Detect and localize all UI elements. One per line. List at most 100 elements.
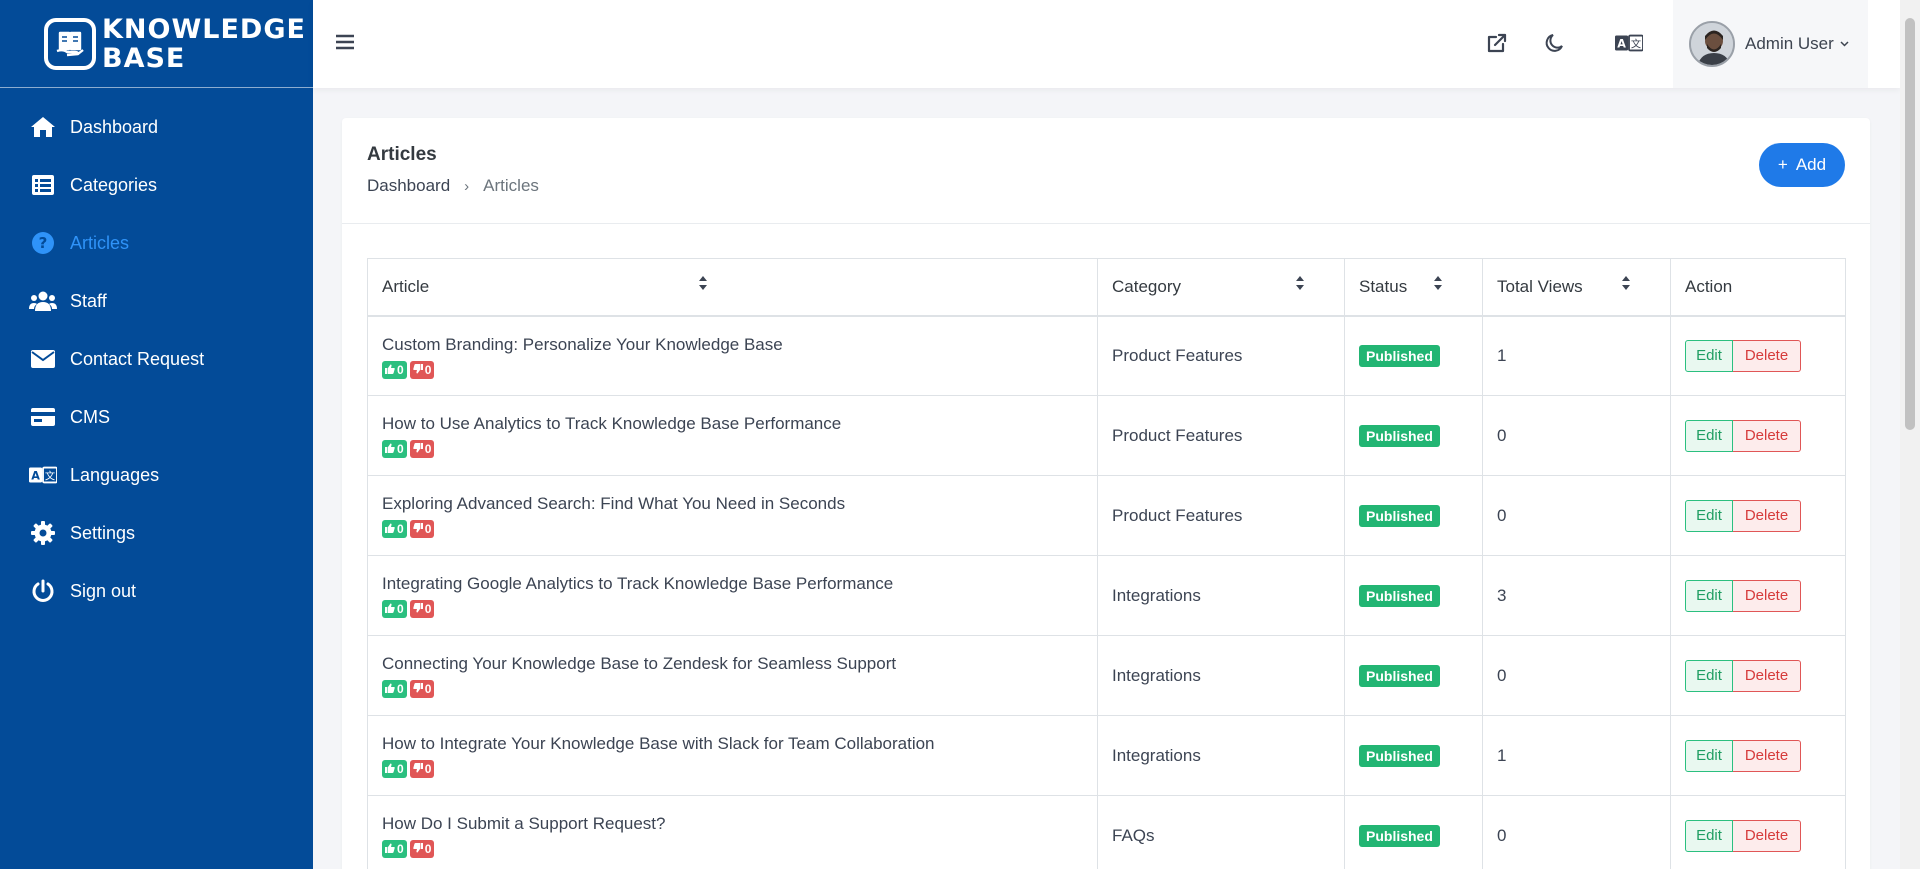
edit-button[interactable]: Edit xyxy=(1685,499,1733,532)
column-header-status[interactable]: Status xyxy=(1344,258,1483,317)
svg-text:?: ? xyxy=(39,234,48,252)
edit-button[interactable]: Edit xyxy=(1685,739,1733,772)
article-title[interactable]: Integrating Google Analytics to Track Kn… xyxy=(382,574,1083,594)
edit-button[interactable]: Edit xyxy=(1685,339,1733,372)
action-buttons: Edit Delete xyxy=(1685,419,1831,452)
svg-text:A: A xyxy=(1617,38,1626,51)
user-menu[interactable]: Admin User xyxy=(1673,0,1868,88)
svg-text:A: A xyxy=(31,470,40,483)
likes-count: 0 xyxy=(397,442,404,456)
card-icon xyxy=(29,403,57,431)
action-cell: Edit Delete xyxy=(1670,555,1846,636)
column-header-action: Action xyxy=(1670,258,1846,317)
sidebar-item-articles[interactable]: ? Articles xyxy=(0,214,313,272)
views-cell: 0 xyxy=(1482,795,1671,869)
chevron-down-icon xyxy=(1840,39,1849,50)
status-cell: Published xyxy=(1344,715,1483,796)
delete-button[interactable]: Delete xyxy=(1733,659,1801,692)
book-hand-icon xyxy=(44,17,96,70)
sidebar-item-settings[interactable]: Settings xyxy=(0,504,313,562)
avatar xyxy=(1689,21,1735,67)
category-cell: FAQs xyxy=(1097,795,1345,869)
table-body: Custom Branding: Personalize Your Knowle… xyxy=(367,315,1846,869)
delete-button[interactable]: Delete xyxy=(1733,339,1801,372)
sidebar-item-dashboard[interactable]: Dashboard xyxy=(0,98,313,156)
external-link-icon[interactable] xyxy=(1483,29,1511,57)
sidebar-item-label: Languages xyxy=(70,464,160,485)
sort-icon[interactable] xyxy=(1295,275,1305,293)
sidebar-item-label: Articles xyxy=(70,232,130,253)
vote-counts: 00 xyxy=(382,760,1083,778)
sidebar-item-categories[interactable]: Categories xyxy=(0,156,313,214)
moon-icon[interactable] xyxy=(1541,29,1569,57)
thumbs-up-icon xyxy=(385,842,397,856)
articles-table-wrapper: Article Category Status Total Views Acti… xyxy=(367,258,1846,869)
likes-badge: 0 xyxy=(382,680,407,698)
breadcrumb-separator: › xyxy=(464,177,470,195)
article-title[interactable]: Custom Branding: Personalize Your Knowle… xyxy=(382,335,1083,355)
action-buttons: Edit Delete xyxy=(1685,739,1831,772)
sidebar-item-contact-request[interactable]: Contact Request xyxy=(0,330,313,388)
dislikes-count: 0 xyxy=(424,682,432,696)
action-cell: Edit Delete xyxy=(1670,715,1846,796)
action-cell: Edit Delete xyxy=(1670,635,1846,716)
status-badge: Published xyxy=(1359,504,1440,527)
likes-badge: 0 xyxy=(382,600,407,618)
sidebar-item-sign-out[interactable]: Sign out xyxy=(0,562,313,620)
sidebar-item-staff[interactable]: Staff xyxy=(0,272,313,330)
translate-icon: A文 xyxy=(29,461,57,489)
article-title[interactable]: Exploring Advanced Search: Find What You… xyxy=(382,494,1083,514)
articles-card: Articles Dashboard › Articles + Add Arti xyxy=(342,118,1870,869)
article-title[interactable]: How Do I Submit a Support Request? xyxy=(382,814,1083,834)
brand-line-1: KNOWLEDGE xyxy=(102,13,306,45)
sidebar-item-languages[interactable]: A文 Languages xyxy=(0,446,313,504)
delete-button[interactable]: Delete xyxy=(1733,419,1801,452)
table-row: How to Use Analytics to Track Knowledge … xyxy=(367,395,1846,476)
vote-counts: 00 xyxy=(382,360,1083,379)
delete-button[interactable]: Delete xyxy=(1733,499,1801,532)
table-row: How to Integrate Your Knowledge Base wit… xyxy=(367,715,1846,796)
add-article-button[interactable]: + Add xyxy=(1759,143,1845,187)
article-title[interactable]: How to Use Analytics to Track Knowledge … xyxy=(382,414,1083,434)
edit-button[interactable]: Edit xyxy=(1685,819,1733,852)
scrollbar-thumb[interactable] xyxy=(1905,18,1915,430)
thumbs-up-icon xyxy=(385,363,397,377)
action-buttons: Edit Delete xyxy=(1685,819,1831,852)
list-icon xyxy=(29,171,57,199)
sidebar-item-label: Dashboard xyxy=(70,116,159,137)
sort-icon[interactable] xyxy=(1621,275,1631,293)
article-title[interactable]: How to Integrate Your Knowledge Base wit… xyxy=(382,734,1083,754)
menu-toggle-icon[interactable] xyxy=(335,32,357,54)
breadcrumb-dashboard-link[interactable]: Dashboard xyxy=(367,176,450,196)
table-row: Integrating Google Analytics to Track Kn… xyxy=(367,555,1846,636)
column-header-category[interactable]: Category xyxy=(1097,258,1345,317)
delete-button[interactable]: Delete xyxy=(1733,579,1801,612)
sidebar-item-cms[interactable]: CMS xyxy=(0,388,313,446)
gear-icon xyxy=(29,519,57,547)
views-cell: 0 xyxy=(1482,395,1671,476)
edit-button[interactable]: Edit xyxy=(1685,419,1733,452)
delete-button[interactable]: Delete xyxy=(1733,739,1801,772)
status-badge: Published xyxy=(1359,424,1440,447)
sort-icon[interactable] xyxy=(698,275,708,293)
vote-counts: 00 xyxy=(382,440,1083,458)
add-button-label: Add xyxy=(1795,155,1827,174)
article-title[interactable]: Connecting Your Knowledge Base to Zendes… xyxy=(382,654,1083,674)
table-row: Connecting Your Knowledge Base to Zendes… xyxy=(367,635,1846,716)
edit-button[interactable]: Edit xyxy=(1685,579,1733,612)
translate-icon[interactable]: A文 xyxy=(1615,29,1643,57)
brand-logo[interactable]: KNOWLEDGE BASE xyxy=(0,0,313,88)
column-header-total-views[interactable]: Total Views xyxy=(1482,258,1671,317)
page-scrollbar[interactable] xyxy=(1900,0,1920,869)
column-header-article[interactable]: Article xyxy=(367,258,1098,317)
article-cell: Custom Branding: Personalize Your Knowle… xyxy=(367,315,1098,396)
edit-button[interactable]: Edit xyxy=(1685,659,1733,692)
article-cell: How to Use Analytics to Track Knowledge … xyxy=(367,395,1098,476)
sort-icon[interactable] xyxy=(1433,275,1443,293)
action-buttons: Edit Delete xyxy=(1685,579,1831,612)
delete-button[interactable]: Delete xyxy=(1733,819,1801,852)
category-cell: Integrations xyxy=(1097,715,1345,796)
breadcrumb-current: Articles xyxy=(483,176,539,195)
action-buttons: Edit Delete xyxy=(1685,499,1831,532)
action-cell: Edit Delete xyxy=(1670,395,1846,476)
